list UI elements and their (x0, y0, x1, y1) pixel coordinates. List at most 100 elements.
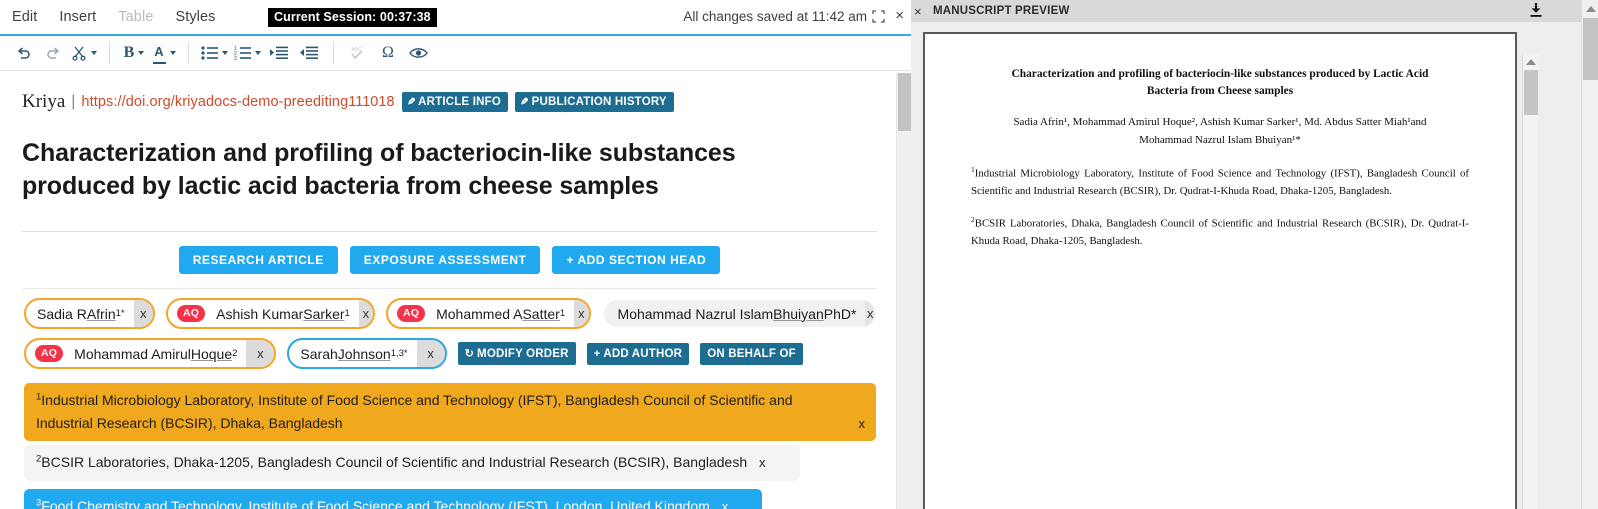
numbered-list-icon[interactable]: 123 (234, 40, 261, 66)
section-tag-row: RESEARCH ARTICLE EXPOSURE ASSESSMENT + A… (22, 232, 877, 280)
manuscript-affiliation-text: Industrial Microbiology Laboratory, Inst… (971, 167, 1469, 197)
special-character-icon[interactable]: Ω (376, 40, 400, 66)
author-chip-mohammed-a-satter[interactable]: AQ Mohammed A Satter 1 x (385, 298, 591, 329)
session-timer-badge: Current Session: 00:37:38 (268, 8, 437, 27)
author-query-badge[interactable]: AQ (35, 345, 64, 362)
formatting-toolbar: B A 123 ABC Ω (0, 34, 911, 71)
modify-order-button[interactable]: ↻ MODIFY ORDER (457, 342, 576, 365)
manuscript-page: Characterization and profiling of bacter… (923, 32, 1517, 509)
remove-author-button[interactable]: x (358, 300, 373, 327)
page-title[interactable]: Characterization and profiling of bacter… (22, 137, 842, 203)
scroll-up-arrow-icon[interactable] (1582, 0, 1598, 17)
kriya-brand: Kriya (22, 91, 66, 112)
editor-vertical-scrollbar[interactable] (896, 73, 911, 509)
remove-author-button[interactable]: x (574, 300, 589, 327)
pencil-icon: ✎ (406, 96, 416, 108)
refresh-icon: ↻ (464, 348, 475, 360)
expand-icon[interactable] (872, 10, 885, 23)
window-vertical-scrollbar[interactable] (1581, 0, 1598, 509)
tag-research-article[interactable]: RESEARCH ARTICLE (178, 246, 338, 274)
menu-item-table[interactable]: Table (118, 9, 153, 25)
remove-author-button[interactable]: x (246, 340, 275, 367)
remove-author-button[interactable]: x (865, 300, 876, 327)
add-section-head-button[interactable]: + ADD SECTION HEAD (552, 246, 721, 274)
affiliation-list: 1Industrial Microbiology Laboratory, Ins… (22, 369, 877, 509)
manuscript-affiliation-2: 2BCSIR Laboratories, Dhaka, Bangladesh C… (971, 214, 1469, 251)
tag-exposure-assessment[interactable]: EXPOSURE ASSESSMENT (349, 246, 541, 274)
modify-order-label: MODIFY ORDER (477, 347, 569, 360)
menu-bar: Edit Insert Table Styles Current Session… (0, 0, 911, 34)
author-chip-mohammad-amirul-hoque[interactable]: AQ Mohammad Amirul Hoque 2 x (24, 338, 277, 369)
download-icon[interactable] (1529, 3, 1543, 18)
author-chip-label: Sarah Johnson 1,3* (300, 345, 408, 362)
bold-icon[interactable]: B (122, 40, 146, 66)
author-query-badge[interactable]: AQ (176, 305, 206, 322)
remove-affiliation-button[interactable]: x (759, 455, 766, 470)
preview-scrollbar-thumb[interactable] (1524, 70, 1538, 115)
author-chip-row-1: Sadia R Afrin 1* x AQ Ashish Kumar Sarker… (22, 289, 878, 329)
author-chip-ashish-kumar-sarker[interactable]: AQ Ashish Kumar Sarker 1 x (165, 298, 375, 329)
affiliation-item-1[interactable]: 1Industrial Microbiology Laboratory, Ins… (24, 383, 876, 442)
affiliation-text: Industrial Microbiology Laboratory, Inst… (36, 392, 793, 431)
preview-title: MANUSCRIPT PREVIEW (933, 5, 1070, 17)
menu-item-styles[interactable]: Styles (175, 9, 215, 25)
document-scroll-area: Kriya | https://doi.org/kriyadocs-demo-p… (0, 71, 911, 509)
preview-close-icon[interactable]: × (914, 4, 922, 19)
document-content: Kriya | https://doi.org/kriyadocs-demo-p… (0, 71, 911, 509)
author-chip-label: Mohammad Amirul Hoque 2 (74, 345, 238, 362)
cut-icon[interactable] (71, 40, 97, 66)
spellcheck-icon[interactable]: ABC (346, 40, 370, 66)
application-window: Edit Insert Table Styles Current Session… (0, 0, 1598, 509)
doi-separator: | (71, 93, 76, 110)
remove-author-button[interactable]: x (133, 300, 153, 327)
preview-header: × MANUSCRIPT PREVIEW (911, 0, 1598, 22)
manuscript-affiliation-text: BCSIR Laboratories, Dhaka, Bangladesh Co… (971, 218, 1469, 248)
doi-url: https://doi.org/kriyadocs-demo-preeditin… (81, 94, 349, 110)
author-chip-label: Mohammad Nazrul Islam Bhuiyan PhD* (603, 300, 866, 327)
manuscript-affiliation-1: 1Industrial Microbiology Laboratory, Ins… (971, 164, 1469, 201)
publication-history-label: PUBLICATION HISTORY (531, 96, 667, 108)
indent-decrease-icon[interactable] (297, 40, 321, 66)
indent-increase-icon[interactable] (267, 40, 291, 66)
author-query-badge[interactable]: AQ (396, 305, 426, 322)
redo-icon[interactable] (41, 40, 65, 66)
toolbar-divider (333, 42, 334, 64)
text-color-icon[interactable]: A (152, 40, 176, 66)
toolbar-divider (109, 42, 110, 64)
svg-text:3: 3 (234, 56, 237, 60)
remove-affiliation-button[interactable]: x (859, 413, 866, 434)
doi-line: Kriya | https://doi.org/kriyadocs-demo-p… (22, 87, 877, 115)
article-info-label: ARTICLE INFO (418, 96, 501, 108)
bulleted-list-icon[interactable] (201, 40, 228, 66)
doi-number: 111018 (348, 94, 395, 110)
article-info-button[interactable]: ✎ ARTICLE INFO (401, 92, 508, 112)
on-behalf-of-label: ON BEHALF OF (707, 347, 796, 360)
on-behalf-of-button[interactable]: ON BEHALF OF (700, 342, 803, 365)
preview-eye-icon[interactable] (406, 40, 430, 66)
window-scrollbar-thumb[interactable] (1583, 18, 1598, 80)
remove-author-button[interactable]: x (416, 340, 445, 367)
editor-pane: Edit Insert Table Styles Current Session… (0, 0, 911, 509)
editor-scrollbar-thumb[interactable] (898, 73, 911, 131)
author-chip-label: Ashish Kumar Sarker 1 (216, 305, 350, 322)
menu-item-edit[interactable]: Edit (12, 9, 37, 25)
close-icon[interactable]: × (895, 8, 904, 23)
add-author-button[interactable]: + ADD AUTHOR (586, 342, 690, 365)
author-chip-mohammad-nazrul-islam-bhuiyan[interactable]: Mohammad Nazrul Islam Bhuiyan PhD* x (601, 298, 878, 329)
affiliation-item-2[interactable]: 2BCSIR Laboratories, Dhaka-1205, Banglad… (24, 445, 800, 482)
preview-body: Characterization and profiling of bacter… (911, 22, 1598, 509)
author-chip-sadia-r-afrin[interactable]: Sadia R Afrin 1* x (24, 298, 155, 329)
preview-inner-scrollbar[interactable] (1522, 54, 1539, 509)
remove-affiliation-button[interactable]: x (722, 499, 729, 509)
menu-item-insert[interactable]: Insert (59, 9, 96, 25)
manuscript-authors-line-2: Mohammad Nazrul Islam Bhuiyan¹* (1139, 134, 1301, 147)
toolbar-divider (188, 42, 189, 64)
manuscript-authors-line-1: Sadia Afrin¹, Mohammad Amirul Hoque², As… (1013, 116, 1427, 129)
scroll-up-arrow-icon[interactable] (1523, 54, 1539, 69)
affiliation-item-3[interactable]: 3Food Chemistry and Technology, Institut… (24, 489, 763, 509)
author-chip-sarah-johnson[interactable]: Sarah Johnson 1,3* x (287, 338, 447, 369)
undo-icon[interactable] (11, 40, 35, 66)
affiliation-text: Food Chemistry and Technology, Institute… (41, 498, 710, 509)
manuscript-authors: Sadia Afrin¹, Mohammad Amirul Hoque², As… (977, 114, 1463, 150)
publication-history-button[interactable]: ✎ PUBLICATION HISTORY (515, 92, 674, 112)
